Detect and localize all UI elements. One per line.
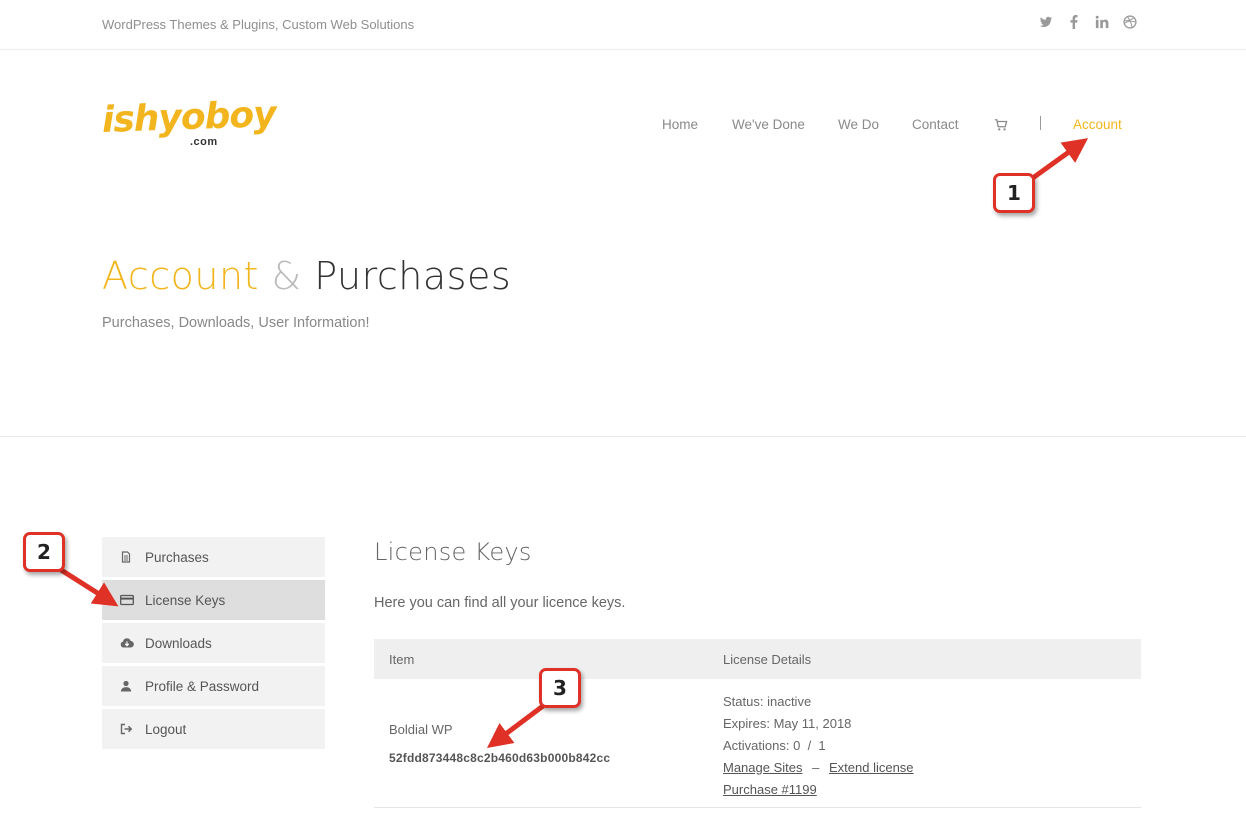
license-key: 52fdd873448c8c2b460d63b000b842cc (389, 751, 611, 765)
nav-weve-done[interactable]: We've Done (732, 116, 805, 134)
section-title: License Keys (374, 538, 532, 566)
facebook-icon[interactable] (1066, 15, 1082, 33)
sidebar-item-label: License Keys (145, 592, 226, 608)
nav-account[interactable]: Account (1073, 116, 1122, 134)
status-line: Status: inactive (723, 691, 914, 713)
license-keys-table: Item License Details Boldial WP 52fdd873… (374, 639, 1141, 808)
annotation-callout-2: 2 (23, 532, 65, 572)
credit-card-icon (120, 594, 134, 606)
license-details: Status: inactive Expires: May 11, 2018 A… (723, 691, 914, 801)
sidebar-item-purchases[interactable]: Purchases (102, 537, 325, 577)
page-title: Account & Purchases (102, 250, 511, 302)
sidebar-item-logout[interactable]: Logout (102, 709, 325, 749)
page-title-amp: & (271, 254, 302, 298)
annotation-callout-3: 3 (539, 668, 581, 708)
status-label: Status: (723, 694, 764, 709)
activations-label: Activations: (723, 738, 790, 753)
item-name: Boldial WP (389, 722, 453, 737)
section-description: Here you can find all your licence keys. (374, 595, 626, 611)
expires-value: May 11, 2018 (773, 716, 852, 731)
extend-license-link[interactable]: Extend license (829, 760, 914, 775)
top-bar: WordPress Themes & Plugins, Custom Web S… (0, 0, 1246, 50)
manage-sites-link[interactable]: Manage Sites (723, 760, 803, 775)
account-sidebar: Purchases License Keys Downloads Profile… (102, 537, 325, 752)
sidebar-item-license-keys[interactable]: License Keys (102, 580, 325, 620)
table-row: Boldial WP 52fdd873448c8c2b460d63b000b84… (374, 679, 1141, 808)
annotation-callout-1: 1 (993, 173, 1035, 213)
activations-line: Activations: 0 / 1 (723, 735, 914, 757)
status-value: inactive (767, 694, 812, 709)
column-header-item: Item (389, 652, 415, 667)
dribbble-icon[interactable] (1122, 15, 1138, 33)
social-links (1038, 15, 1138, 33)
sidebar-item-label: Downloads (145, 635, 212, 651)
sidebar-item-label: Purchases (145, 549, 209, 565)
section-divider (0, 436, 1246, 437)
user-icon (120, 680, 132, 692)
logout-icon (120, 723, 133, 735)
page-subtitle: Purchases, Downloads, User Information! (102, 315, 370, 331)
expires-line: Expires: May 11, 2018 (723, 713, 914, 735)
linkedin-icon[interactable] (1094, 15, 1110, 33)
document-icon (120, 551, 132, 563)
table-header: Item License Details (374, 639, 1141, 679)
arrow-1 (1028, 138, 1089, 183)
sidebar-item-label: Logout (145, 721, 187, 737)
sidebar-item-label: Profile & Password (145, 678, 260, 694)
purchase-line: Purchase #1199 (723, 779, 914, 801)
expires-label: Expires: (723, 716, 770, 731)
main-nav: Home We've Done We Do Contact Account (0, 116, 1246, 136)
cart-icon[interactable] (994, 118, 1008, 132)
sidebar-item-downloads[interactable]: Downloads (102, 623, 325, 663)
logo-suffix: .com (190, 136, 218, 148)
site-tagline: WordPress Themes & Plugins, Custom Web S… (102, 17, 415, 32)
column-header-license-details: License Details (723, 652, 812, 667)
twitter-icon[interactable] (1038, 15, 1054, 33)
nav-contact[interactable]: Contact (912, 116, 959, 134)
nav-separator (1040, 116, 1041, 130)
links-line: Manage Sites – Extend license (723, 757, 914, 779)
link-separator: – (812, 760, 820, 775)
nav-home[interactable]: Home (662, 116, 698, 134)
activations-value: 0 / 1 (793, 738, 826, 753)
nav-we-do[interactable]: We Do (838, 116, 879, 134)
page-title-accent: Account (102, 254, 259, 298)
purchase-link[interactable]: Purchase #1199 (723, 782, 817, 797)
sidebar-item-profile[interactable]: Profile & Password (102, 666, 325, 706)
page-title-rest: Purchases (314, 254, 512, 298)
cloud-download-icon (120, 637, 134, 649)
